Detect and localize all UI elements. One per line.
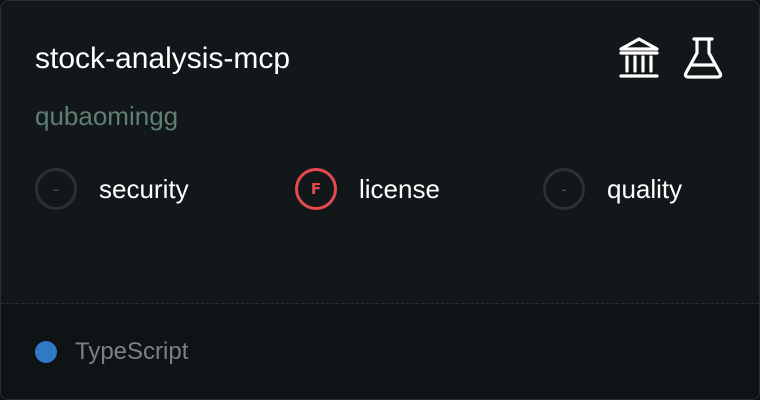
card-footer: TypeScript [1,304,759,399]
security-grade-badge: - [35,168,77,210]
license-label: license [359,173,440,204]
security-label: security [99,173,189,204]
language-label: TypeScript [75,338,189,365]
score-security[interactable]: - security [35,165,189,213]
score-license[interactable]: F license [295,165,440,213]
flask-icon[interactable] [681,35,725,83]
server-name[interactable]: stock-analysis-mcp [35,39,290,79]
quality-label: quality [607,173,683,204]
server-owner[interactable]: qubaomingg [35,98,178,134]
score-quality[interactable]: - quality [543,165,682,213]
license-grade-badge: F [295,168,337,210]
server-card[interactable]: stock-analysis-mcp qubaomingg - security… [0,0,760,400]
quality-grade-badge: - [543,168,585,210]
language-color-dot [35,341,57,363]
institution-icon[interactable] [617,35,661,83]
